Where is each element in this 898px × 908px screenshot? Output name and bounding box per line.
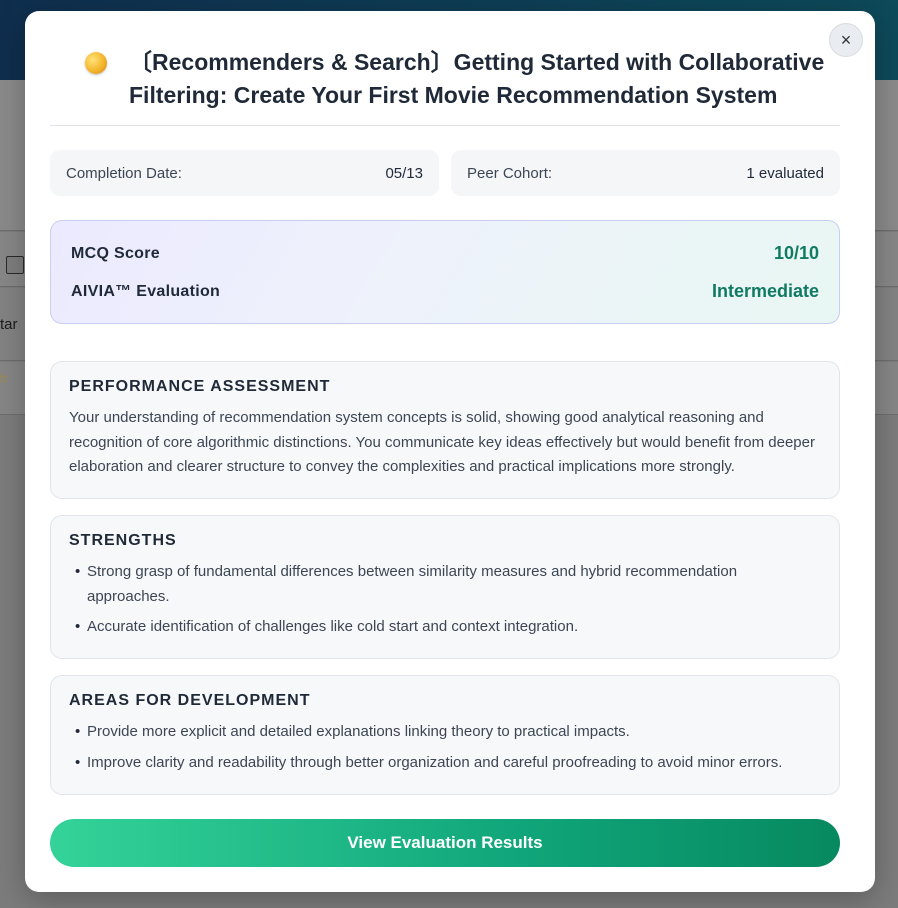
list-item: Provide more explicit and detailed expla… [69,720,821,745]
peer-cohort-card: Peer Cohort: 1 evaluated [451,150,840,196]
close-icon: × [840,29,852,50]
mcq-score-label: MCQ Score [71,244,160,262]
background-partial-text: tar [0,316,18,333]
gold-coin-icon [85,52,107,74]
evaluation-modal: × 〔Recommenders & Search〕Getting Started… [25,11,875,892]
section-title: AREAS FOR DEVELOPMENT [69,692,311,709]
section-title: PERFORMANCE ASSESSMENT [69,378,331,395]
score-summary: MCQ Score 10/10 AIVIA™ Evaluation Interm… [50,220,840,324]
list-item: Improve clarity and readability through … [69,751,821,776]
section-title: STRENGTHS [69,532,177,549]
performance-assessment-section: PERFORMANCE ASSESSMENT Your understandin… [50,361,840,499]
view-evaluation-results-button[interactable]: View Evaluation Results [50,819,840,867]
button-label: View Evaluation Results [347,833,543,852]
star-icon: ☆ [0,370,9,386]
completion-date-value: 05/13 [385,164,423,182]
performance-assessment-text: Your understanding of recommendation sys… [69,409,815,475]
areas-for-development-section: AREAS FOR DEVELOPMENT Provide more expli… [50,675,840,795]
peer-cohort-value: 1 evaluated [746,164,824,182]
background-checkbox [6,256,24,274]
header-divider [50,125,840,126]
aivia-evaluation-value: Intermediate [711,281,819,301]
peer-cohort-label: Peer Cohort: [467,164,553,182]
mcq-score-value: 10/10 [773,243,819,263]
aivia-evaluation-label: AIVIA™ Evaluation [71,282,221,300]
strengths-section: STRENGTHS Strong grasp of fundamental di… [50,515,840,659]
list-item: Strong grasp of fundamental differences … [69,560,821,609]
list-item: Accurate identification of challenges li… [69,615,821,640]
close-button[interactable]: × [829,23,863,57]
modal-title: 〔Recommenders & Search〕Getting Started w… [129,49,825,108]
completion-date-card: Completion Date: 05/13 [50,150,439,196]
aivia-evaluation-row: AIVIA™ Evaluation Intermediate [71,281,819,302]
completion-date-label: Completion Date: [66,164,182,182]
mcq-score-row: MCQ Score 10/10 [71,243,819,264]
